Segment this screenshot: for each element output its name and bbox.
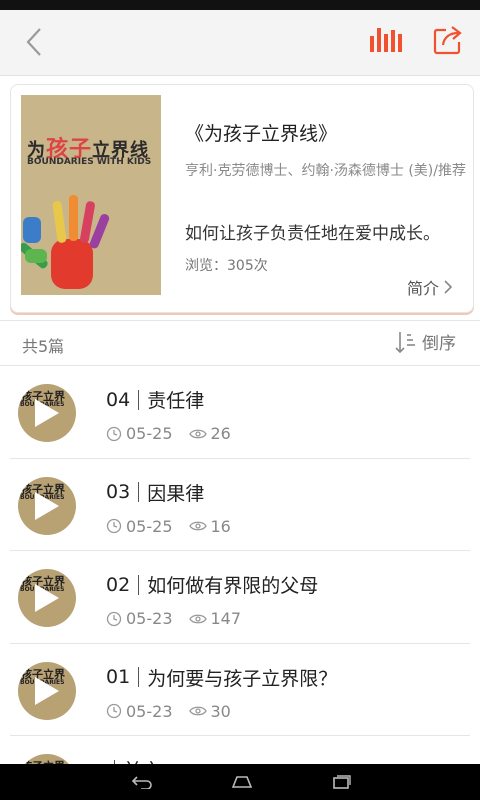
- intro-link[interactable]: 简介: [407, 275, 453, 299]
- episode-name: 为何要与孩子立界限？: [147, 667, 338, 690]
- sort-order-button[interactable]: 倒序: [394, 329, 456, 354]
- play-icon: [35, 676, 59, 705]
- share-icon: [433, 26, 462, 55]
- painted-hand-illustration: [21, 195, 110, 289]
- book-cover-image: 为孩子立界线 BOUNDARIES WITH KIDS: [21, 95, 161, 295]
- audio-bars-icon: [370, 28, 402, 52]
- book-author: 亨利·克劳德博士、约翰·汤森德博士 (美)/推荐: [185, 163, 466, 179]
- list-header: 共5篇 倒序: [0, 320, 480, 366]
- episode-title: 01 为何要与孩子立界限？: [106, 664, 337, 691]
- episode-date: 05-25: [126, 424, 173, 443]
- play-icon: [35, 491, 59, 520]
- episode-meta: 05-25 16: [106, 517, 231, 536]
- episode-meta: 05-23 30: [106, 702, 231, 721]
- episode-number: 04: [106, 388, 131, 411]
- chevron-right-icon: [444, 280, 453, 294]
- episode-plays: 26: [210, 424, 231, 443]
- eye-icon: [188, 614, 207, 623]
- share-button[interactable]: [432, 24, 472, 60]
- status-strip: [0, 0, 480, 10]
- view-count: 浏览：305次: [185, 258, 268, 274]
- clock-icon: [106, 611, 122, 626]
- book-info-card: 为孩子立界线 BOUNDARIES WITH KIDS 《为孩子立界线》 亨利·…: [10, 84, 474, 313]
- book-title: 《为孩子立界线》: [185, 123, 338, 145]
- episode-item[interactable]: 孩子立界 BOUNDARIES 03 因果律 05-25 16: [10, 459, 470, 551]
- sort-icon: [395, 331, 415, 353]
- system-nav-bar: [0, 764, 480, 800]
- episode-plays: 16: [210, 516, 231, 536]
- intro-label: 简介: [407, 279, 440, 298]
- episode-thumbnail[interactable]: 孩子立界BOUNDARIES: [18, 569, 76, 627]
- episode-meta: 05-25 26: [106, 424, 231, 443]
- sort-label: 倒序: [422, 334, 456, 354]
- episode-name: 如何做有界限的父母: [147, 575, 319, 597]
- episode-title: 02 如何做有界限的父母: [106, 571, 318, 598]
- back-arrow-icon: [131, 776, 152, 789]
- episode-number: 01: [106, 666, 131, 688]
- play-icon: [35, 399, 59, 427]
- episode-meta: 05-23 147: [106, 609, 241, 628]
- episode-date: 05-23: [126, 701, 173, 721]
- recents-icon: [333, 775, 351, 789]
- book-description: 如何让孩子负责任地在爱中成长。: [185, 224, 440, 244]
- episode-item[interactable]: 孩子立界 BOUNDARIES 02 如何做有界限的父母 05-23 147: [10, 551, 470, 644]
- nav-back-button[interactable]: [122, 768, 162, 796]
- episode-name: 责任律: [147, 390, 205, 412]
- episode-thumbnail[interactable]: 孩子立界BOUNDARIES: [18, 384, 76, 442]
- episode-item[interactable]: 孩子立界 BOUNDARIES 04 责任律 05-25 26: [10, 366, 470, 459]
- clock-icon: [106, 703, 122, 719]
- clock-icon: [106, 518, 122, 534]
- episode-list: 孩子立界 BOUNDARIES 04 责任律 05-25 26 孩子立界 BOUNDA…: [0, 366, 480, 800]
- episode-date: 05-23: [126, 609, 173, 628]
- play-icon: [35, 584, 59, 612]
- chevron-left-icon: [26, 28, 41, 56]
- episode-title: 03 因果律: [106, 479, 204, 506]
- episode-plays: 30: [210, 701, 231, 721]
- episode-thumbnail[interactable]: 孩子立界BOUNDARIES: [18, 661, 76, 720]
- back-button[interactable]: [16, 24, 52, 60]
- episode-count: 共5篇: [22, 337, 65, 356]
- episode-plays: 147: [210, 609, 242, 628]
- episode-number: 02: [106, 573, 131, 596]
- nav-recents-button[interactable]: [322, 768, 362, 796]
- episode-name: 因果律: [147, 482, 205, 505]
- top-bar: [0, 10, 480, 76]
- eye-icon: [188, 706, 207, 716]
- episode-title: 04 责任律: [106, 386, 204, 413]
- episode-number: 03: [106, 481, 131, 503]
- episode-thumbnail[interactable]: 孩子立界BOUNDARIES: [18, 476, 76, 535]
- clock-icon: [106, 426, 122, 441]
- home-icon: [231, 776, 253, 788]
- cover-subtitle: BOUNDARIES WITH KIDS: [27, 157, 152, 167]
- episode-item[interactable]: 孩子立界 BOUNDARIES 01 为何要与孩子立界限？ 05-23 30: [10, 644, 470, 736]
- nav-home-button[interactable]: [222, 768, 262, 796]
- episode-date: 05-25: [126, 516, 173, 536]
- eye-icon: [188, 521, 207, 531]
- eye-icon: [188, 429, 207, 438]
- playlist-bars-button[interactable]: [368, 24, 408, 60]
